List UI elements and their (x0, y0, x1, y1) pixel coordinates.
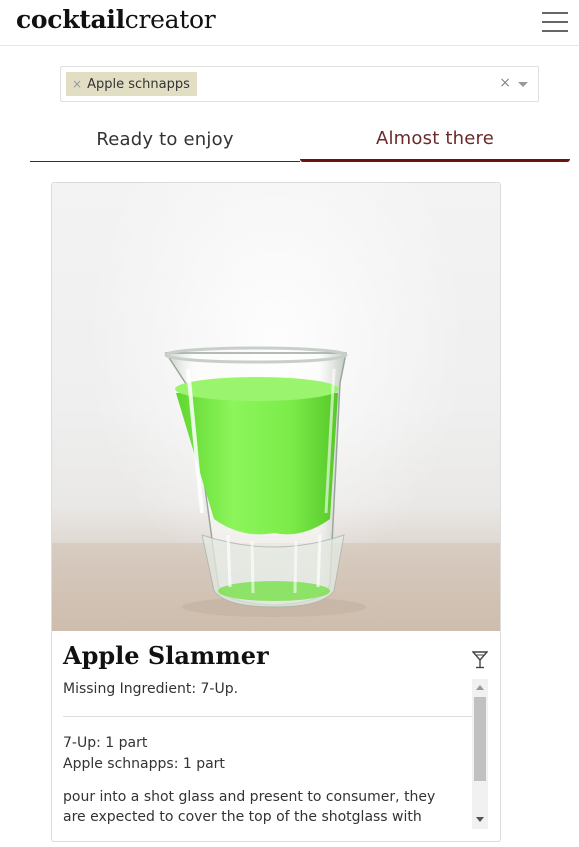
app-header: cocktailcreator (0, 0, 579, 46)
missing-ingredient-text: Missing Ingredient: 7-Up. (63, 681, 239, 697)
caret-down-icon[interactable] (518, 82, 528, 87)
details-scrollbar[interactable] (472, 679, 488, 829)
cocktail-glass-icon[interactable] (472, 651, 488, 669)
menu-line (542, 21, 568, 23)
tab-almost-there[interactable]: Almost there (300, 118, 570, 162)
clear-selection-icon[interactable]: × (499, 75, 511, 91)
cocktail-title: Apple Slammer (63, 641, 269, 670)
chip-label: Apple schnapps (87, 76, 190, 92)
ingredient-line: Apple schnapps: 1 part (63, 756, 225, 772)
cocktail-card: Apple Slammer Missing Ingredient: 7-Up. … (51, 182, 501, 842)
instructions-text: pour into a shot glass and present to co… (63, 789, 436, 825)
divider (63, 716, 473, 717)
brand-bold-text: cocktail (16, 5, 125, 34)
menu-line (542, 12, 568, 14)
brand-light-text: creator (124, 5, 216, 34)
cocktail-photo (52, 183, 500, 631)
chip-remove-icon[interactable]: × (72, 77, 82, 91)
cocktail-details[interactable]: Missing Ingredient: 7-Up. 7-Up: 1 part A… (63, 679, 473, 829)
scroll-down-arrow-icon[interactable] (476, 817, 484, 822)
brand-logo[interactable]: cocktailcreator (16, 5, 216, 34)
tab-ready-to-enjoy[interactable]: Ready to enjoy (30, 118, 300, 162)
scroll-up-arrow-icon[interactable] (476, 685, 484, 690)
hamburger-menu-icon[interactable] (542, 11, 568, 33)
menu-line (542, 30, 568, 32)
ingredient-chip: × Apple schnapps (66, 72, 197, 96)
shot-glass-illustration (164, 346, 366, 617)
scrollbar-thumb[interactable] (474, 697, 486, 781)
ingredient-line: 7-Up: 1 part (63, 735, 148, 751)
ingredient-select[interactable]: × Apple schnapps × (60, 66, 539, 102)
